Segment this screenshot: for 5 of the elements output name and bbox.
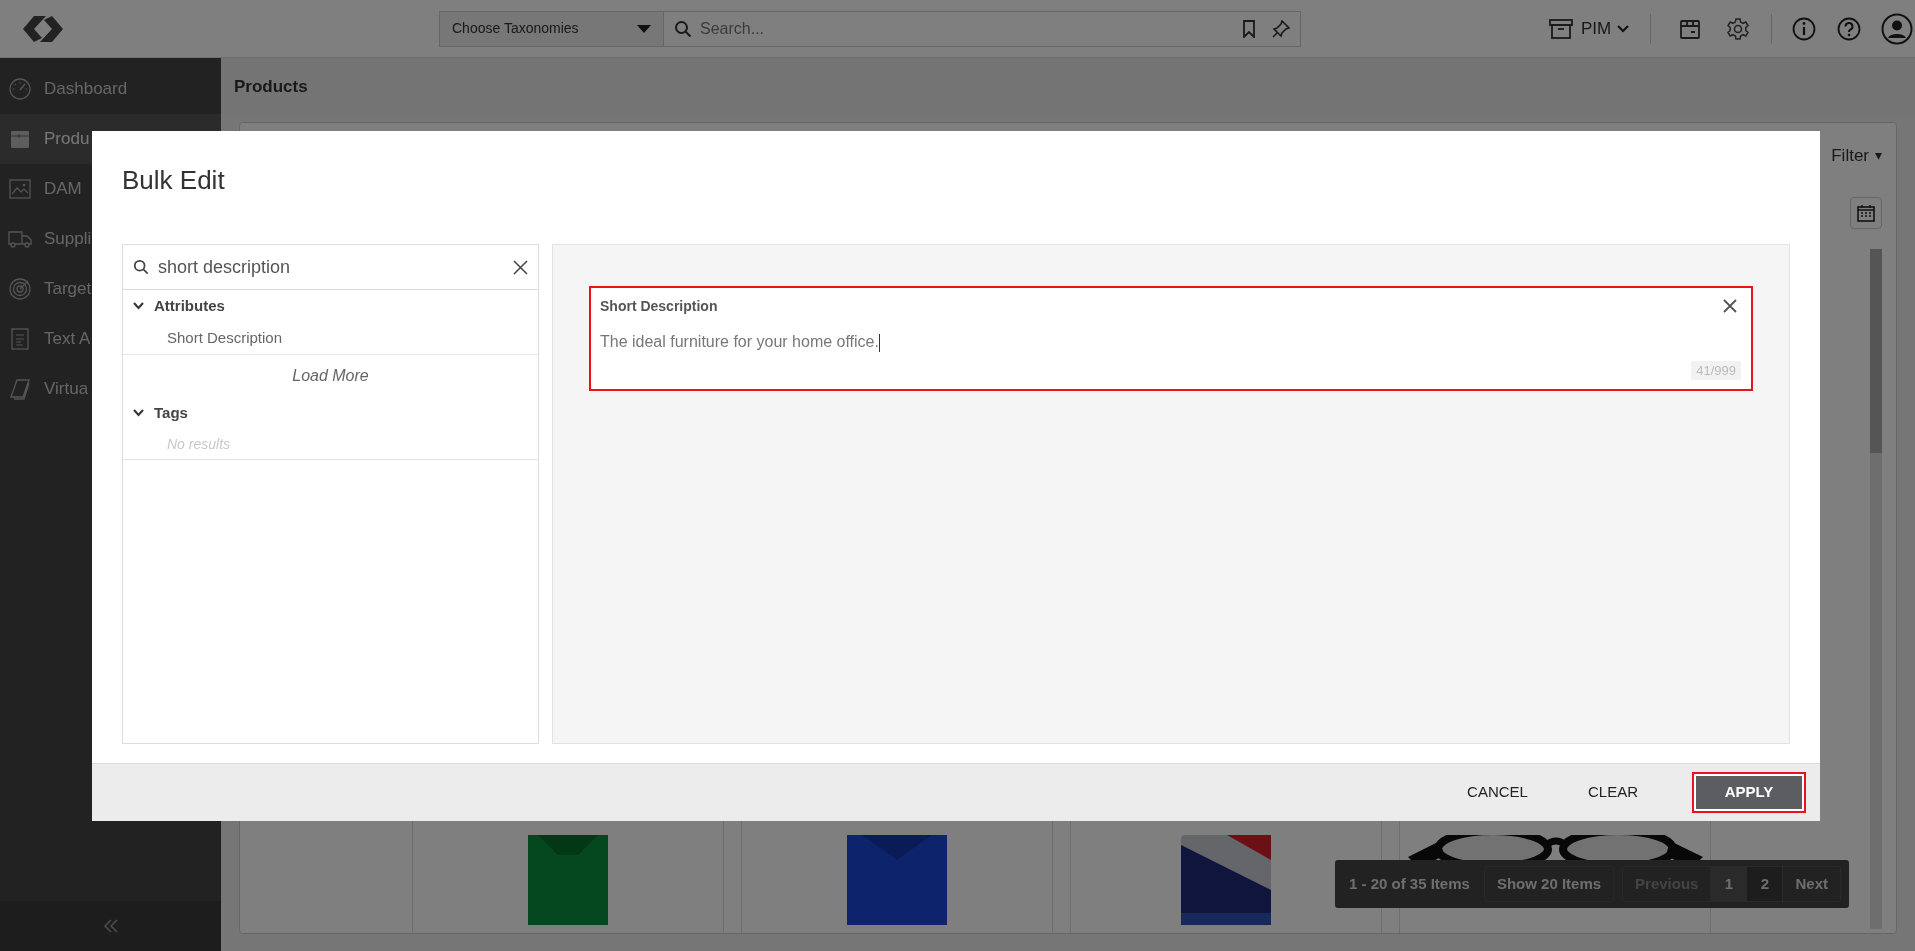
field-value: The ideal furniture for your home office. xyxy=(600,333,879,350)
dialog-title: Bulk Edit xyxy=(122,164,225,197)
pagination-summary: 1 - 20 of 35 Items xyxy=(1348,873,1471,894)
field-label: Short Description xyxy=(600,298,718,314)
page-title: Products xyxy=(234,76,308,99)
